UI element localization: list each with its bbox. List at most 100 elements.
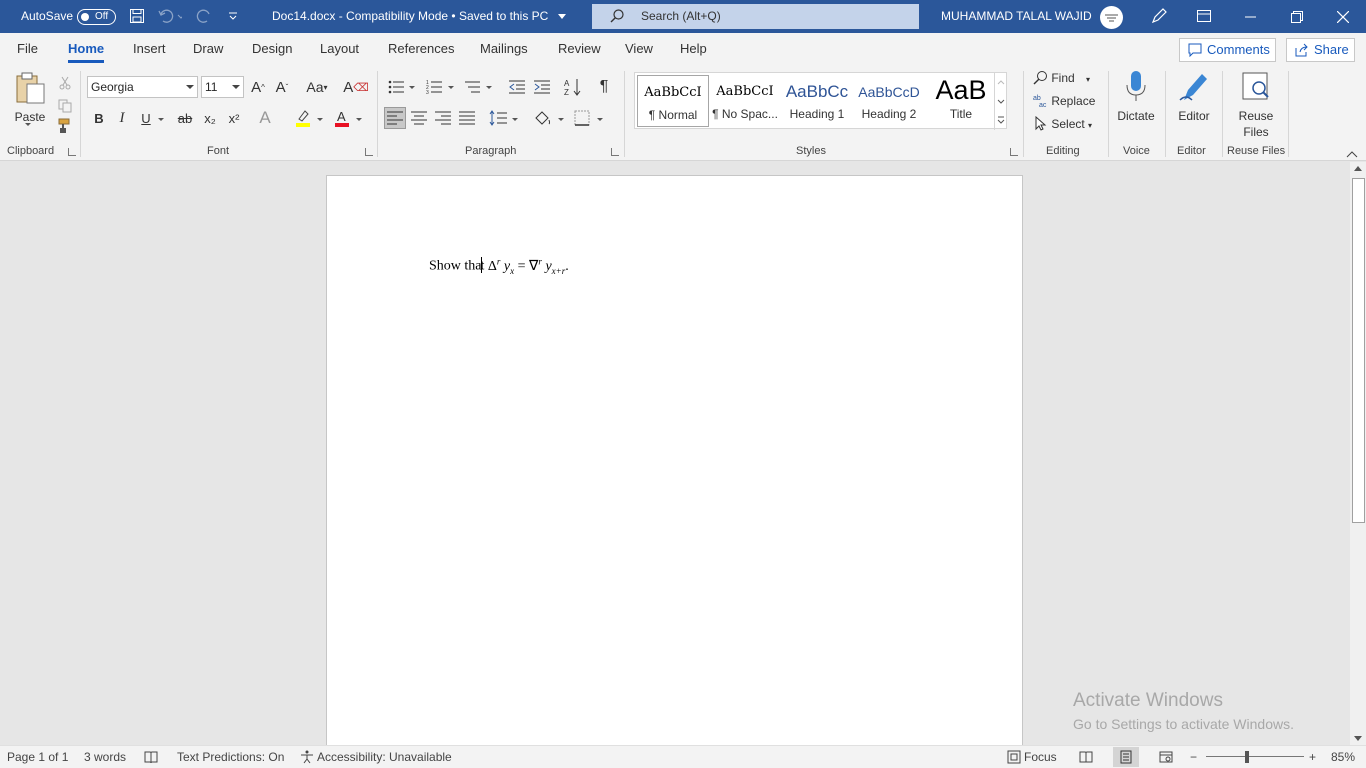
copy-icon[interactable] — [54, 95, 76, 117]
tab-file[interactable]: File — [17, 41, 38, 56]
multilevel-list-icon[interactable] — [461, 76, 483, 98]
align-right-icon[interactable] — [432, 107, 454, 129]
paragraph-launcher-icon[interactable] — [611, 148, 619, 156]
tab-design[interactable]: Design — [252, 41, 292, 56]
justify-icon[interactable] — [456, 107, 478, 129]
grow-font-icon[interactable]: A ^ — [247, 76, 269, 98]
line-spacing-icon[interactable] — [487, 107, 509, 129]
superscript-button[interactable]: x² — [223, 107, 245, 129]
numbering-dropdown-icon[interactable] — [448, 86, 454, 89]
customize-quick-access-icon[interactable] — [228, 11, 238, 21]
restore-icon[interactable] — [1291, 11, 1303, 23]
pen-icon[interactable] — [1150, 7, 1168, 25]
format-painter-icon[interactable] — [52, 115, 74, 137]
change-case-icon[interactable]: Aa ▾ — [302, 76, 332, 98]
borders-dropdown-icon[interactable] — [597, 118, 603, 121]
tab-help[interactable]: Help — [680, 41, 707, 56]
show-formatting-icon[interactable]: ¶ — [593, 76, 615, 98]
ribbon-display-icon[interactable] — [1197, 10, 1211, 22]
zoom-out-icon[interactable]: − — [1190, 746, 1197, 768]
vertical-scrollbar[interactable] — [1350, 162, 1366, 745]
tab-home[interactable]: Home — [68, 41, 105, 63]
document-page[interactable]: Show that Δr yx = ∇r yx+r. — [326, 175, 1023, 755]
font-launcher-icon[interactable] — [365, 148, 373, 156]
styles-launcher-icon[interactable] — [1010, 148, 1018, 156]
shading-icon[interactable] — [532, 107, 554, 129]
word-count[interactable]: 3 words — [84, 746, 126, 768]
equation[interactable]: Δr yx = ∇r yx+r. — [488, 256, 569, 275]
find-button[interactable]: Find ▾ — [1033, 70, 1090, 90]
italic-button[interactable]: I — [111, 107, 133, 129]
scroll-thumb[interactable] — [1352, 178, 1365, 523]
title-dropdown-icon[interactable] — [558, 14, 566, 19]
style-heading-1[interactable]: AaBbCc Heading 1 — [781, 75, 853, 127]
styles-more-icon[interactable] — [994, 111, 1007, 130]
numbering-icon[interactable]: 123 — [423, 76, 445, 98]
tab-review[interactable]: Review — [558, 41, 601, 56]
increase-indent-icon[interactable] — [531, 76, 553, 98]
styles-scroll-down-icon[interactable] — [994, 92, 1007, 111]
align-center-icon[interactable] — [408, 107, 430, 129]
autosave-toggle[interactable]: Off — [77, 9, 116, 25]
editor-button[interactable]: Editor — [1171, 70, 1217, 124]
zoom-slider-thumb[interactable] — [1244, 751, 1249, 763]
font-name-combo[interactable]: Georgia — [87, 76, 198, 98]
print-layout-icon[interactable] — [1113, 747, 1139, 767]
align-left-icon[interactable] — [384, 107, 406, 129]
accessibility-status[interactable]: Accessibility: Unavailable — [317, 746, 452, 768]
undo-icon[interactable] — [158, 9, 182, 23]
user-name[interactable]: MUHAMMAD TALAL WAJID — [941, 0, 1092, 33]
tab-references[interactable]: References — [388, 41, 454, 56]
bullets-dropdown-icon[interactable] — [409, 86, 415, 89]
style-title[interactable]: AaB Title — [925, 75, 997, 127]
bold-button[interactable]: B — [88, 107, 110, 129]
close-icon[interactable] — [1337, 11, 1349, 23]
avatar[interactable] — [1100, 6, 1123, 29]
tab-insert[interactable]: Insert — [133, 41, 166, 56]
comments-button[interactable]: Comments — [1179, 38, 1276, 62]
shrink-font-icon[interactable]: Aˇ — [271, 76, 293, 98]
zoom-level[interactable]: 85% — [1331, 746, 1355, 768]
share-button[interactable]: Share — [1286, 38, 1355, 62]
multilevel-dropdown-icon[interactable] — [486, 86, 492, 89]
save-icon[interactable] — [129, 8, 145, 24]
web-layout-icon[interactable] — [1153, 747, 1179, 767]
underline-dropdown-icon[interactable] — [158, 118, 164, 121]
underline-button[interactable]: U — [135, 107, 157, 129]
sort-icon[interactable]: AZ — [562, 76, 584, 98]
font-color-dropdown-icon[interactable] — [356, 118, 362, 121]
reuse-files-button[interactable]: Reuse Files — [1230, 70, 1282, 140]
document-paragraph[interactable]: Show that Δr yx = ∇r yx+r. — [429, 256, 569, 275]
replace-button[interactable]: ab ac Replace — [1033, 93, 1095, 113]
scroll-up-icon[interactable] — [1354, 166, 1362, 171]
font-size-combo[interactable]: 11 — [201, 76, 244, 98]
borders-icon[interactable] — [571, 107, 593, 129]
highlight-dropdown-icon[interactable] — [317, 118, 323, 121]
collapse-ribbon-icon[interactable] — [1346, 147, 1358, 161]
scroll-down-icon[interactable] — [1354, 736, 1362, 741]
zoom-in-icon[interactable]: + — [1309, 746, 1316, 768]
shading-dropdown-icon[interactable] — [558, 118, 564, 121]
focus-button[interactable]: Focus — [1024, 746, 1057, 768]
document-title[interactable]: Doc14.docx - Compatibility Mode • Saved … — [272, 0, 548, 33]
highlight-icon[interactable] — [292, 107, 314, 129]
clear-formatting-icon[interactable]: A ⌫ — [343, 76, 369, 98]
tab-mailings[interactable]: Mailings — [480, 41, 528, 56]
zoom-slider[interactable] — [1206, 756, 1304, 757]
style-heading-2[interactable]: AaBbCcD Heading 2 — [853, 75, 925, 127]
font-color-icon[interactable]: A — [331, 107, 353, 129]
read-mode-icon[interactable] — [1073, 747, 1099, 767]
page-count[interactable]: Page 1 of 1 — [7, 746, 68, 768]
proofing-icon[interactable] — [144, 750, 158, 767]
text-predictions[interactable]: Text Predictions: On — [177, 746, 284, 768]
decrease-indent-icon[interactable] — [506, 76, 528, 98]
clipboard-launcher-icon[interactable] — [68, 148, 76, 156]
dictate-button[interactable]: Dictate — [1113, 70, 1159, 124]
line-spacing-dropdown-icon[interactable] — [512, 118, 518, 121]
tab-draw[interactable]: Draw — [193, 41, 223, 56]
search-box[interactable]: Search (Alt+Q) — [592, 4, 919, 29]
paste-dropdown-icon[interactable] — [25, 123, 31, 126]
style-no-spacing[interactable]: AaBbCcI ¶ No Spac... — [709, 75, 781, 127]
styles-scroll-up-icon[interactable] — [994, 73, 1007, 92]
style-normal[interactable]: AaBbCcI ¶ Normal — [637, 75, 709, 127]
